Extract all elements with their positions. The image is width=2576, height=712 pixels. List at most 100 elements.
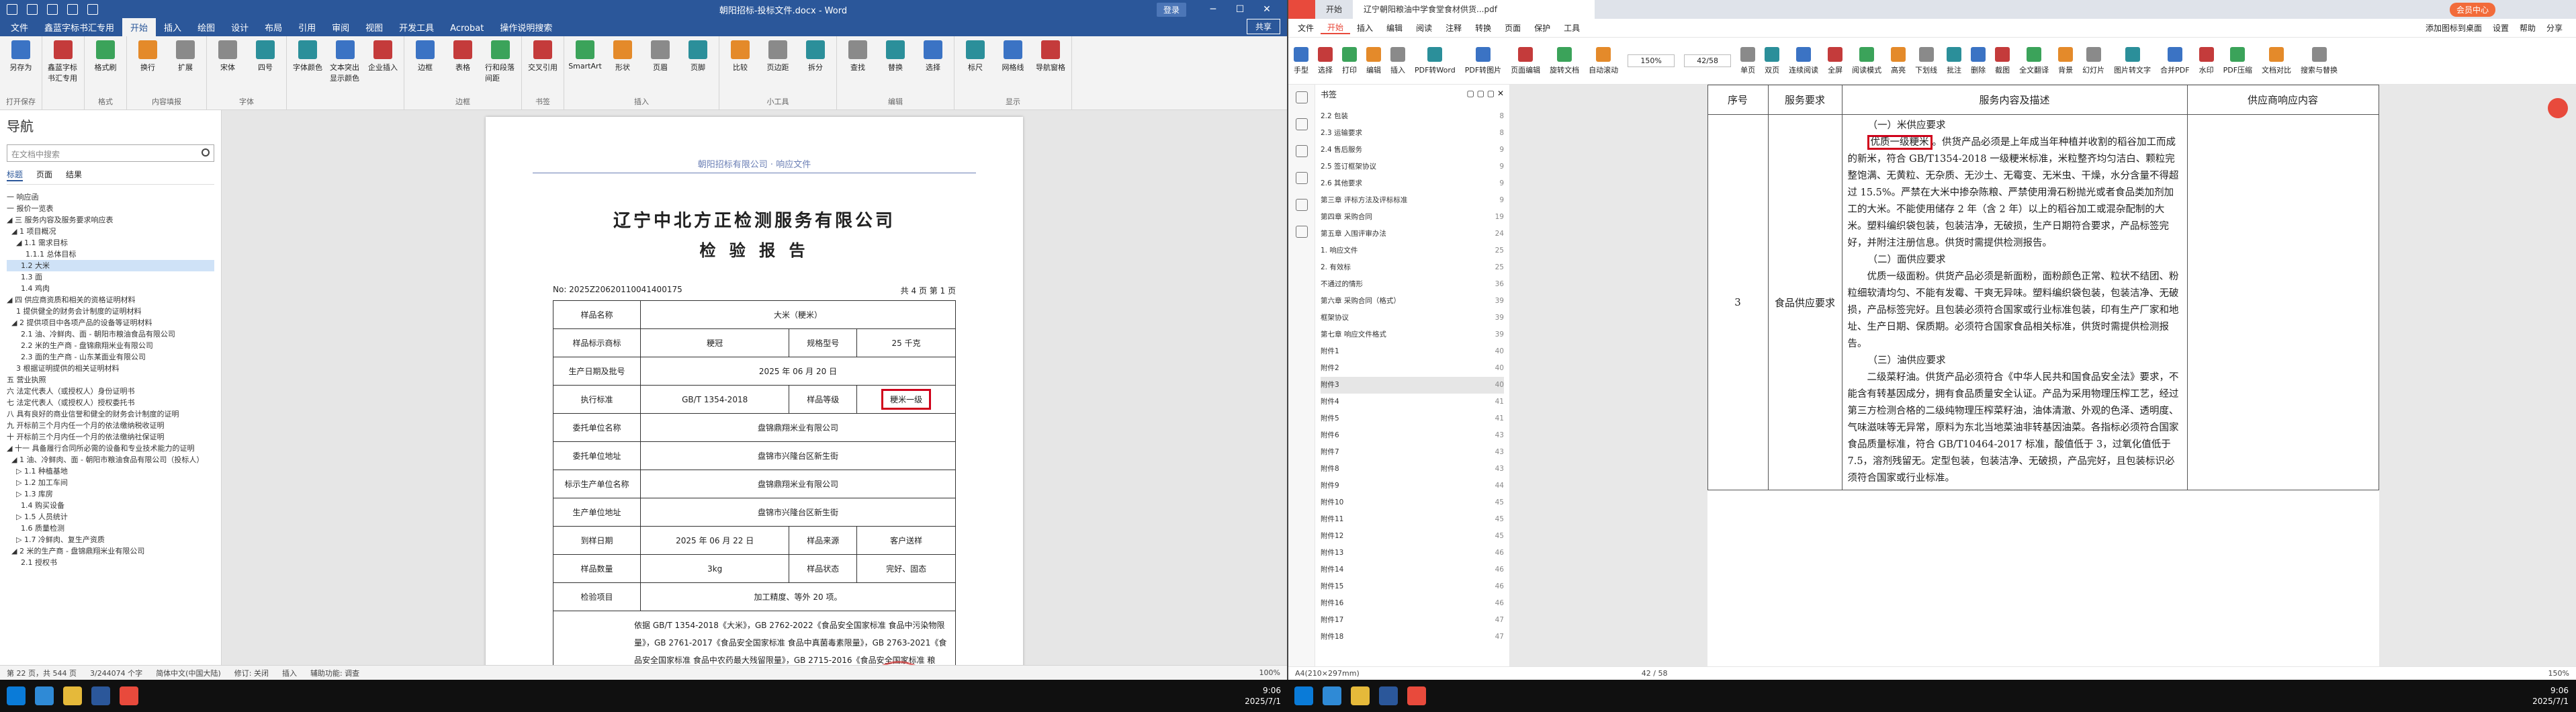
pdf-tool-button[interactable]: 截图 — [1995, 46, 2010, 75]
undo-icon[interactable] — [47, 4, 58, 15]
bookmark-item[interactable]: 第三章 评标方法及评标标准 9 — [1321, 192, 1504, 209]
bookmark-item[interactable]: 第四章 采购合同 19 — [1321, 209, 1504, 226]
clock-right[interactable]: 9:06 2025/7/1 — [2532, 685, 2569, 707]
close-icon[interactable]: ✕ — [1253, 4, 1280, 15]
pdf-tool-button[interactable]: 合并PDF — [2160, 46, 2190, 75]
bookmark-item[interactable]: 附件12 45 — [1321, 528, 1504, 545]
zoom-input[interactable]: 150% — [1628, 54, 1675, 67]
pdf-tool-button[interactable]: 批注 — [1947, 46, 1962, 75]
pdf-menu-right-item[interactable]: 分享 — [2546, 22, 2563, 34]
bookmark-item[interactable]: 附件2 40 — [1321, 360, 1504, 377]
pdf-tool-button[interactable]: 全文翻译 — [2019, 46, 2049, 75]
pdf-menu-item[interactable]: 注释 — [1439, 22, 1468, 34]
ribbon-button[interactable]: 页眉 — [645, 40, 676, 73]
nav-heading-item[interactable]: ▷ 1.7 冷鲜肉、复生产资质 — [7, 534, 214, 545]
member-center-button[interactable]: 会员中心 — [2449, 2, 2495, 17]
pdf-menu-item[interactable]: 文件 — [1291, 22, 1321, 34]
pdf-tool-button[interactable]: 自动滚动 — [1589, 46, 1618, 75]
bookmark-item[interactable]: 第七章 响应文件格式 39 — [1321, 326, 1504, 343]
pdf-menu-item[interactable]: 插入 — [1350, 22, 1380, 34]
bookmark-item[interactable]: 2.3 运输要求 8 — [1321, 125, 1504, 142]
bookmark-item[interactable]: 框架协议 39 — [1321, 310, 1504, 326]
sign-in-button[interactable]: 登录 — [1156, 2, 1186, 17]
ribbon-button[interactable]: 导航窗格 — [1035, 40, 1066, 73]
nav-heading-item[interactable]: ◢ 1 油、冷鲜肉、面 - 朝阳市粮油食品有限公司（投标人） — [7, 454, 214, 465]
ribbon-button[interactable]: 拆分 — [800, 40, 831, 73]
pdf-menu-item[interactable]: 转换 — [1468, 22, 1498, 34]
layer-icon[interactable] — [1295, 226, 1308, 238]
nav-heading-item[interactable]: 五 营业执照 — [7, 374, 214, 386]
pdf-tool-button[interactable]: 背景 — [2058, 46, 2074, 75]
pdf-tool-button[interactable]: 全屏 — [1828, 46, 1843, 75]
bookmark-item[interactable]: 第六章 采购合同（格式） 39 — [1321, 293, 1504, 310]
bookmark-icon[interactable] — [1295, 91, 1308, 103]
ribbon-button[interactable]: 交叉引用 — [527, 40, 558, 73]
bookmark-item[interactable]: 附件14 46 — [1321, 562, 1504, 578]
customize-icon[interactable] — [87, 4, 98, 15]
start-icon[interactable] — [1294, 686, 1313, 705]
bookmark-item[interactable]: 附件7 43 — [1321, 444, 1504, 461]
nav-heading-item[interactable]: ▷ 1.5 人员统计 — [7, 511, 214, 523]
bookmark-item[interactable]: 附件16 46 — [1321, 595, 1504, 612]
nav-heading-item[interactable]: 1.1.1 总体目标 — [7, 249, 214, 260]
pdf-tool-button[interactable]: 手型 — [1294, 46, 1308, 75]
search-icon[interactable] — [202, 148, 210, 157]
file-explorer-icon[interactable] — [63, 686, 82, 705]
pdf-tool-button[interactable]: 选择 — [1318, 46, 1333, 75]
document-canvas[interactable]: 朝阳招标有限公司 · 响应文件 辽宁中北方正检测服务有限公司 检 验 报 告 N… — [222, 110, 1287, 665]
nav-heading-item[interactable]: 1.6 质量检测 — [7, 523, 214, 534]
nav-heading-item[interactable]: 1.2 大米 — [7, 260, 214, 271]
pdf-tool-button[interactable]: 旋转文档 — [1550, 46, 1579, 75]
ribbon-button[interactable]: 扩展 — [170, 40, 201, 73]
nav-heading-item[interactable]: 一 报价一览表 — [7, 203, 214, 214]
pdf-tool-button[interactable]: PDF压缩 — [2223, 46, 2252, 75]
nav-tab[interactable]: 结果 — [66, 169, 82, 181]
nav-heading-item[interactable]: 六 法定代表人（或授权人）身份证明书 — [7, 386, 214, 397]
pdf-tool-button[interactable]: 阅读模式 — [1852, 46, 1881, 75]
bookmark-item[interactable]: 2. 有效标 25 — [1321, 259, 1504, 276]
nav-heading-item[interactable]: 七 法定代表人（或授权人）授权委托书 — [7, 397, 214, 408]
ribbon-button[interactable]: 形状 — [607, 40, 638, 73]
word-tab[interactable]: 文件 — [3, 18, 36, 36]
pdf-tool-button[interactable]: 幻灯片 — [2082, 46, 2104, 75]
navigation-search-input[interactable]: 在文档中搜索 — [7, 144, 214, 162]
word-tab[interactable]: 开始 — [122, 18, 157, 36]
nav-heading-item[interactable]: 1.4 鸡肉 — [7, 283, 214, 294]
ribbon-button[interactable]: 四号 — [250, 40, 281, 73]
bookmark-item[interactable]: 附件8 43 — [1321, 461, 1504, 478]
nav-tab[interactable]: 标题 — [7, 169, 24, 181]
ribbon-button[interactable]: 页边距 — [762, 40, 793, 73]
word-tab[interactable]: 布局 — [257, 18, 290, 36]
pdf-tool-button[interactable]: 搜索与替换 — [2301, 46, 2338, 75]
nav-heading-item[interactable]: ▷ 1.3 库房 — [7, 488, 214, 500]
word-tab[interactable]: 审阅 — [324, 18, 357, 36]
ribbon-button[interactable]: 另存为 — [5, 40, 36, 73]
ribbon-button[interactable]: 字体颜色 — [292, 40, 323, 83]
nav-heading-item[interactable]: 2.1 油、冷鲜肉、面 - 朝阳市粮油食品有限公司 — [7, 328, 214, 340]
language[interactable]: 简体中文(中国大陆) — [156, 668, 221, 678]
nav-heading-item[interactable]: ◢ 1 项目概况 — [7, 226, 214, 237]
nav-heading-item[interactable]: 2.3 面的生产商 - 山东某面业有限公司 — [7, 351, 214, 363]
word-tab[interactable]: 设计 — [223, 18, 257, 36]
nav-heading-item[interactable]: 1.3 面 — [7, 271, 214, 283]
tab-home[interactable]: 开始 — [1315, 0, 1353, 19]
pdf-menu-item[interactable]: 页面 — [1498, 22, 1527, 34]
pdf-tool-button[interactable]: 单页 — [1740, 46, 1756, 75]
edge-icon[interactable] — [1323, 686, 1341, 705]
page-count[interactable]: 第 22 页，共 544 页 — [7, 668, 77, 678]
bookmark-item[interactable]: 附件6 43 — [1321, 427, 1504, 444]
nav-heading-item[interactable]: 2.2 米的生产商 - 盘锦鼎翔米业有限公司 — [7, 340, 214, 351]
word-tab[interactable]: 引用 — [290, 18, 324, 36]
file-explorer-icon[interactable] — [1351, 686, 1370, 705]
nav-heading-item[interactable]: 2.1 授权书 — [7, 557, 214, 568]
bookmark-item[interactable]: 附件5 41 — [1321, 410, 1504, 427]
autosave-icon[interactable] — [7, 4, 17, 15]
pdf-tool-button[interactable]: 删除 — [1971, 46, 1986, 75]
bookmark-item[interactable]: 附件10 45 — [1321, 494, 1504, 511]
bookmark-item[interactable]: 第五章 入围评审办法 24 — [1321, 226, 1504, 242]
pdf-menu-right-item[interactable]: 帮助 — [2520, 22, 2536, 34]
bookmark-item[interactable]: 附件17 47 — [1321, 612, 1504, 629]
pdf-tool-button[interactable]: PDF转图片 — [1465, 46, 1501, 75]
pdf-tool-button[interactable]: PDF转Word — [1415, 46, 1456, 75]
word-tab[interactable]: 开发工具 — [391, 18, 442, 36]
